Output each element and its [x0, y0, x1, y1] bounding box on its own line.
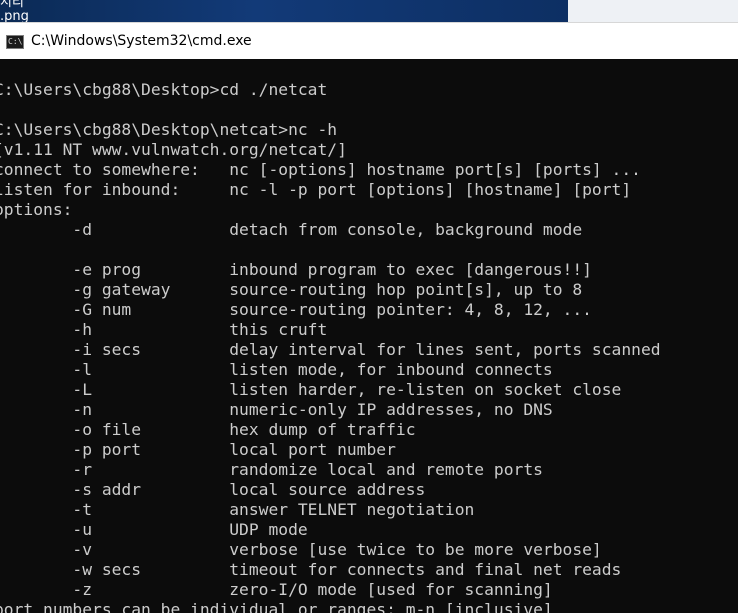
- desktop-wallpaper: [0, 0, 568, 22]
- console-line: -i secs delay interval for lines sent, p…: [0, 340, 661, 359]
- console-line: [v1.11 NT www.vulnwatch.org/netcat/]: [0, 140, 347, 159]
- console-line: C:\Users\cbg88\Desktop\netcat>nc -h: [0, 120, 338, 139]
- console-line: -w secs timeout for connects and final n…: [0, 560, 622, 579]
- window-titlebar[interactable]: C:\ C:\Windows\System32\cmd.exe: [0, 22, 738, 59]
- desktop-file-label-top[interactable]: 지리: [0, 0, 24, 9]
- window-title: C:\Windows\System32\cmd.exe: [31, 33, 252, 49]
- desktop-file-label-bottom[interactable]: .png: [0, 10, 29, 22]
- console-line: connect to somewhere: nc [-options] host…: [0, 160, 641, 179]
- console-line: -e prog inbound program to exec [dangero…: [0, 260, 592, 279]
- console-line: listen for inbound: nc -l -p port [optio…: [0, 180, 632, 199]
- console-output-area[interactable]: C:\Users\cbg88\Desktop>cd ./netcat C:\Use…: [0, 59, 738, 613]
- desktop-background-strip: 지리 .png: [0, 0, 738, 22]
- console-line: -r randomize local and remote ports: [0, 460, 543, 479]
- console-text: C:\Users\cbg88\Desktop>cd ./netcat C:\Use…: [0, 80, 661, 613]
- console-line: -z zero-I/O mode [used for scanning]: [0, 580, 553, 599]
- console-line: -n numeric-only IP addresses, no DNS: [0, 400, 553, 419]
- console-line: -d detach from console, background mode: [0, 220, 583, 239]
- console-line: -L listen harder, re-listen on socket cl…: [0, 380, 622, 399]
- console-line: -l listen mode, for inbound connects: [0, 360, 553, 379]
- console-line: -G num source-routing pointer: 4, 8, 12,…: [0, 300, 592, 319]
- console-line: -u UDP mode: [0, 520, 308, 539]
- console-line: -s addr local source address: [0, 480, 426, 499]
- console-line: options:: [0, 200, 73, 219]
- console-line: C:\Users\cbg88\Desktop>cd ./netcat: [0, 80, 328, 99]
- console-line: -o file hex dump of traffic: [0, 420, 416, 439]
- background-window-edge: [568, 0, 738, 22]
- cmd-prompt-icon: C:\: [6, 35, 24, 49]
- console-line: -h this cruft: [0, 320, 328, 339]
- console-line: -t answer TELNET negotiation: [0, 500, 475, 519]
- console-line: -g gateway source-routing hop point[s], …: [0, 280, 583, 299]
- console-line: -p port local port number: [0, 440, 396, 459]
- console-line: -v verbose [use twice to be more verbose…: [0, 540, 602, 559]
- console-line: port numbers can be individual or ranges…: [0, 600, 553, 613]
